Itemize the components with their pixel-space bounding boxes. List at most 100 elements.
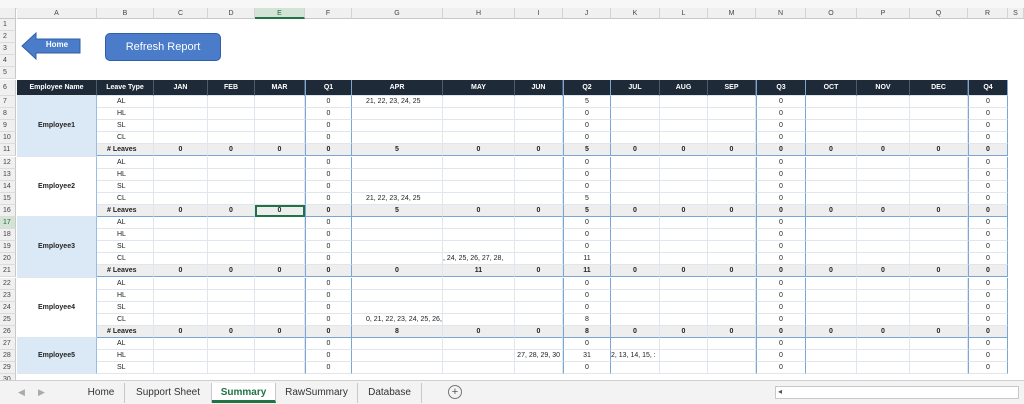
total-cell[interactable]: 0 xyxy=(756,144,806,157)
data-cell[interactable] xyxy=(910,96,968,109)
data-cell[interactable]: 0 xyxy=(305,301,352,314)
data-cell[interactable]: 0 xyxy=(756,217,806,230)
data-cell[interactable]: 0 xyxy=(968,253,1008,266)
data-cell[interactable]: 0 xyxy=(756,362,806,375)
data-cell[interactable] xyxy=(443,362,515,375)
data-cell[interactable] xyxy=(660,156,708,169)
data-cell[interactable] xyxy=(806,156,857,169)
total-cell[interactable]: 0 xyxy=(515,265,563,278)
total-cell[interactable]: 0 xyxy=(756,204,806,217)
data-cell[interactable]: 31 xyxy=(563,350,611,363)
data-cell[interactable]: 0 xyxy=(305,192,352,205)
data-cell[interactable] xyxy=(154,156,208,169)
data-cell[interactable] xyxy=(910,301,968,314)
data-cell[interactable] xyxy=(708,362,756,375)
data-cell[interactable] xyxy=(857,277,910,290)
total-cell[interactable]: 0 xyxy=(708,325,756,338)
data-cell[interactable] xyxy=(443,277,515,290)
total-cell[interactable]: 8 xyxy=(352,325,443,338)
data-cell[interactable] xyxy=(208,277,255,290)
total-cell[interactable]: 0 xyxy=(443,204,515,217)
data-cell[interactable] xyxy=(208,108,255,121)
total-cell[interactable]: 5 xyxy=(563,204,611,217)
data-cell[interactable] xyxy=(255,108,305,121)
data-cell[interactable] xyxy=(910,313,968,326)
data-cell[interactable] xyxy=(806,301,857,314)
data-cell[interactable] xyxy=(154,313,208,326)
total-cell[interactable]: 0 xyxy=(443,325,515,338)
data-cell[interactable] xyxy=(154,192,208,205)
column-header-f[interactable]: F xyxy=(305,8,352,19)
data-cell[interactable]: 0 xyxy=(968,362,1008,375)
row-header[interactable]: 5 xyxy=(0,67,16,79)
data-cell[interactable] xyxy=(660,338,708,351)
data-cell[interactable]: 0 xyxy=(563,108,611,121)
row-header[interactable]: 18 xyxy=(0,229,16,242)
data-cell[interactable] xyxy=(708,253,756,266)
total-cell[interactable]: 0 xyxy=(208,204,255,217)
data-cell[interactable] xyxy=(857,108,910,121)
total-cell[interactable]: 0 xyxy=(255,144,305,157)
data-cell[interactable] xyxy=(352,156,443,169)
data-cell[interactable] xyxy=(708,132,756,145)
data-cell[interactable] xyxy=(352,180,443,193)
data-cell[interactable] xyxy=(443,132,515,145)
data-cell[interactable] xyxy=(660,217,708,230)
data-cell[interactable] xyxy=(660,132,708,145)
data-cell[interactable] xyxy=(708,301,756,314)
data-cell[interactable] xyxy=(611,229,660,242)
data-cell[interactable] xyxy=(806,277,857,290)
data-cell[interactable] xyxy=(611,241,660,254)
column-header-c[interactable]: C xyxy=(154,8,208,19)
data-cell[interactable] xyxy=(352,168,443,181)
total-cell[interactable]: 0 xyxy=(255,265,305,278)
data-cell[interactable]: 0 xyxy=(756,350,806,363)
data-cell[interactable]: 0 xyxy=(563,301,611,314)
data-cell[interactable] xyxy=(515,338,563,351)
data-cell[interactable] xyxy=(515,229,563,242)
data-cell[interactable] xyxy=(857,229,910,242)
data-cell[interactable] xyxy=(515,96,563,109)
total-cell[interactable]: 0 xyxy=(515,144,563,157)
data-cell[interactable]: 8 xyxy=(563,313,611,326)
column-header-e[interactable]: E xyxy=(255,8,305,19)
data-cell[interactable] xyxy=(208,180,255,193)
data-cell[interactable] xyxy=(515,217,563,230)
column-header-p[interactable]: P xyxy=(857,8,910,19)
total-cell[interactable]: 0 xyxy=(708,204,756,217)
data-cell[interactable]: 0 xyxy=(756,120,806,133)
total-cell[interactable]: 0 xyxy=(968,265,1008,278)
total-cell[interactable]: 5 xyxy=(352,204,443,217)
data-cell[interactable] xyxy=(255,277,305,290)
data-cell[interactable] xyxy=(443,192,515,205)
total-cell[interactable]: 0 xyxy=(515,204,563,217)
data-cell[interactable] xyxy=(857,132,910,145)
data-cell[interactable] xyxy=(910,277,968,290)
total-cell[interactable]: 0 xyxy=(857,325,910,338)
data-cell[interactable] xyxy=(611,120,660,133)
data-cell[interactable] xyxy=(806,168,857,181)
data-cell[interactable] xyxy=(611,192,660,205)
data-cell[interactable]: 0 xyxy=(968,338,1008,351)
data-cell[interactable] xyxy=(255,96,305,109)
column-header-i[interactable]: I xyxy=(515,8,563,19)
data-cell[interactable] xyxy=(611,277,660,290)
data-cell[interactable] xyxy=(515,132,563,145)
data-cell[interactable] xyxy=(660,362,708,375)
total-cell[interactable]: 0 xyxy=(660,144,708,157)
data-cell[interactable]: 0 xyxy=(563,168,611,181)
row-header[interactable]: 27 xyxy=(0,338,16,351)
data-cell[interactable] xyxy=(708,217,756,230)
data-cell[interactable]: 0 xyxy=(756,253,806,266)
data-cell[interactable] xyxy=(208,156,255,169)
row-header[interactable]: 19 xyxy=(0,241,16,254)
data-cell[interactable] xyxy=(910,241,968,254)
data-cell[interactable]: 0 xyxy=(756,96,806,109)
data-cell[interactable] xyxy=(708,108,756,121)
data-cell[interactable] xyxy=(611,132,660,145)
total-cell[interactable]: 0 xyxy=(255,325,305,338)
total-cell[interactable]: 11 xyxy=(563,265,611,278)
total-cell[interactable]: 0 xyxy=(611,204,660,217)
data-cell[interactable] xyxy=(255,168,305,181)
data-cell[interactable] xyxy=(154,96,208,109)
